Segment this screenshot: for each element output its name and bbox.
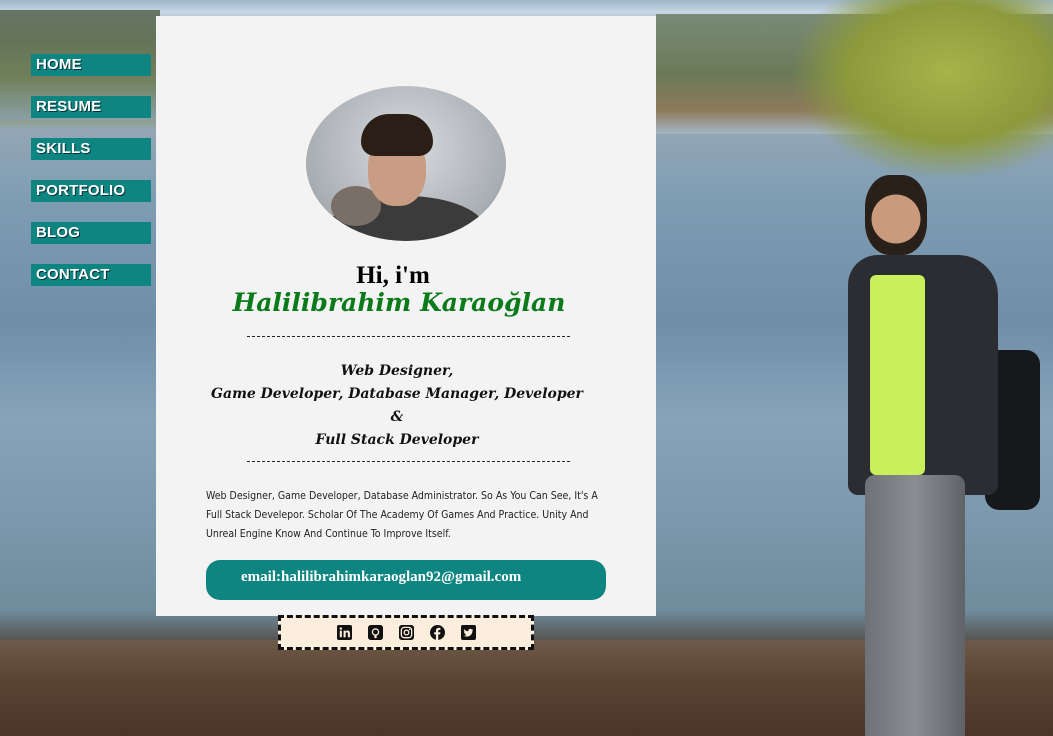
background-tree	[790, 0, 1053, 180]
profile-name: Halilibrahim Karaoğlan	[232, 288, 566, 317]
background-person-photo	[840, 175, 1040, 736]
instagram-icon[interactable]	[398, 624, 415, 641]
side-nav: HOME RESUME SKILLS PORTFOLIO BLOG CONTAC…	[31, 54, 151, 306]
social-bar	[278, 615, 534, 650]
role-line-2: Game Developer, Database Manager, Develo…	[211, 386, 583, 402]
twitter-icon[interactable]	[460, 624, 477, 641]
nav-blog[interactable]: BLOG	[31, 222, 151, 244]
role-line-1: Web Designer,	[340, 363, 454, 379]
nav-portfolio[interactable]: PORTFOLIO	[31, 180, 151, 202]
divider-bottom	[247, 461, 570, 462]
roles: Web Designer, Game Developer, Database M…	[156, 360, 656, 452]
divider-top	[247, 336, 570, 337]
nav-skills[interactable]: SKILLS	[31, 138, 151, 160]
nav-contact[interactable]: CONTACT	[31, 264, 151, 286]
bio-text: Web Designer, Game Developer, Database A…	[206, 490, 598, 540]
facebook-icon[interactable]	[429, 624, 446, 641]
role-line-4: Full Stack Developer	[315, 432, 479, 448]
role-line-3: &	[390, 409, 404, 425]
nav-home[interactable]: HOME	[31, 54, 151, 76]
avatar	[306, 86, 506, 241]
email-button[interactable]: email:halilibrahimkaraoglan92@gmail.com	[206, 560, 606, 600]
profile-card: Hi, i'm Halilibrahim Karaoğlan Web Desig…	[156, 16, 656, 616]
github-icon[interactable]	[367, 624, 384, 641]
linkedin-icon[interactable]	[336, 624, 353, 641]
nav-resume[interactable]: RESUME	[31, 96, 151, 118]
greeting: Hi, i'm	[356, 262, 430, 289]
